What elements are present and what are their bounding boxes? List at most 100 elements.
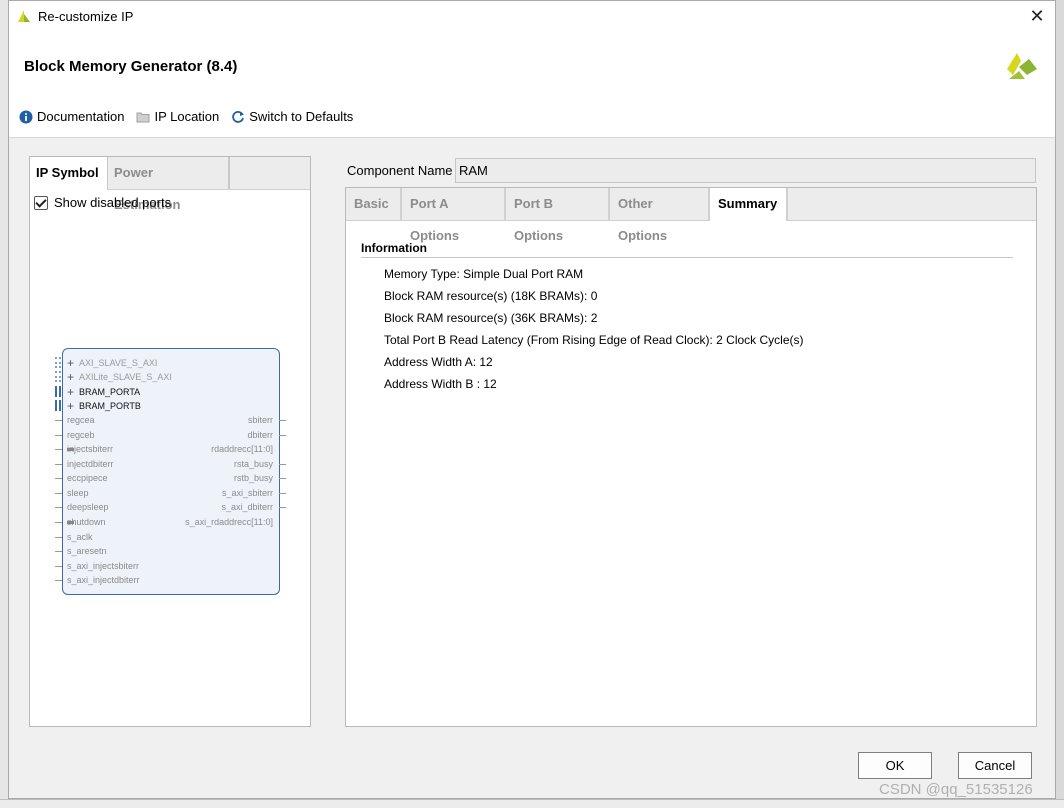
port-bus-pin: [67, 448, 74, 451]
information-divider: [361, 257, 1013, 258]
information-heading: Information: [361, 241, 427, 255]
bus-marker: [55, 400, 61, 411]
switch-to-defaults-label: Switch to Defaults: [249, 109, 354, 124]
tab-basic[interactable]: Basic: [346, 188, 402, 220]
ip-symbol-panel: IP Symbol Power Estimation Show disabled…: [29, 156, 311, 727]
bus-marker: [55, 371, 61, 382]
port-sleep: sleep: [67, 488, 89, 498]
ok-button[interactable]: OK: [858, 752, 932, 779]
tab-port-b-options[interactable]: Port B Options: [506, 188, 610, 243]
summary-item: Block RAM resource(s) (18K BRAMs): 0: [384, 289, 598, 303]
tab-other-options[interactable]: Other Options: [610, 188, 710, 243]
port-regceb: regceb: [67, 430, 95, 440]
port-pin: [279, 493, 286, 494]
port-s-aresetn: s_aresetn: [67, 546, 107, 556]
port-pin: [55, 507, 62, 508]
summary-item: Address Width B : 12: [384, 377, 497, 391]
port-pin: [55, 464, 62, 465]
ip-symbol-block: + AXI_SLAVE_S_AXI + AXILite_SLAVE_S_AXI + B…: [55, 348, 286, 595]
bus-bram-portb[interactable]: + BRAM_PORTB: [67, 399, 141, 413]
bus-marker: [55, 386, 61, 397]
background-window-strip: [0, 0, 8, 807]
ip-title: Block Memory Generator (8.4): [24, 58, 238, 75]
ip-location-label: IP Location: [154, 109, 220, 124]
port-regcea: regcea: [67, 415, 95, 425]
port-bus-pin: [67, 521, 74, 524]
options-panel: Basic Port A Options Port B Options Othe…: [345, 187, 1037, 727]
port-rdaddrecc: rdaddrecc[11:0]: [211, 444, 273, 454]
cancel-button[interactable]: Cancel: [958, 752, 1032, 779]
bus-marker: [55, 357, 61, 368]
port-eccpipece: eccpipece: [67, 473, 108, 483]
bus-label: BRAM_PORTA: [79, 387, 141, 397]
port-pin: [279, 435, 286, 436]
port-sbiterr: sbiterr: [247, 415, 273, 425]
port-pin: [55, 551, 62, 552]
port-pin: [55, 478, 62, 479]
bus-axi-slave[interactable]: + AXI_SLAVE_S_AXI: [67, 356, 157, 370]
ip-toolbar: Documentation IP Location Switch to Defa…: [19, 109, 353, 124]
summary-item: Block RAM resource(s) (36K BRAMs): 2: [384, 311, 598, 325]
refresh-icon: [231, 110, 245, 124]
port-pin: [55, 580, 62, 581]
expand-icon: +: [67, 356, 75, 370]
port-rsta-busy: rsta_busy: [233, 459, 273, 469]
close-icon[interactable]: ✕: [1027, 6, 1047, 26]
port-deepsleep: deepsleep: [67, 502, 109, 512]
xilinx-logo-icon: [1005, 49, 1039, 86]
port-pin: [55, 566, 62, 567]
show-disabled-ports-option[interactable]: Show disabled ports: [34, 195, 171, 210]
recustomize-ip-dialog: Re-customize IP ✕ Block Memory Generator…: [8, 0, 1056, 799]
info-icon: [19, 110, 33, 124]
ip-location-button[interactable]: IP Location: [136, 109, 219, 124]
summary-item: Total Port B Read Latency (From Rising E…: [384, 333, 804, 347]
expand-icon: +: [67, 370, 75, 384]
summary-item: Address Width A: 12: [384, 355, 493, 369]
port-s-axi-rdaddrecc: s_axi_rdaddrecc[11:0]: [185, 517, 273, 527]
documentation-button[interactable]: Documentation: [19, 109, 124, 124]
ip-header: Block Memory Generator (8.4) Documentati…: [9, 33, 1055, 138]
bus-label: AXILite_SLAVE_S_AXI: [79, 372, 172, 382]
bus-label: AXI_SLAVE_S_AXI: [79, 358, 158, 368]
bus-label: BRAM_PORTB: [79, 401, 141, 411]
tab-summary[interactable]: Summary: [710, 188, 788, 221]
left-tab-bar: IP Symbol Power Estimation: [30, 157, 310, 212]
component-name-input[interactable]: [455, 158, 1036, 183]
port-s-axi-dbiterr: s_axi_dbiterr: [221, 502, 273, 512]
watermark-text: CSDN @qq_51535126: [879, 781, 1033, 798]
port-s-axi-sbiterr: s_axi_sbiterr: [221, 488, 273, 498]
vivado-logo-icon: [16, 8, 32, 27]
port-pin: [55, 537, 62, 538]
component-name-label: Component Name: [347, 163, 453, 178]
port-pin: [55, 420, 62, 421]
port-pin: [55, 522, 62, 523]
tab-ip-symbol[interactable]: IP Symbol: [30, 157, 108, 190]
port-pin: [279, 420, 286, 421]
port-injectdbiterr: injectdbiterr: [67, 459, 114, 469]
bus-bram-porta[interactable]: + BRAM_PORTA: [67, 385, 140, 399]
port-pin: [279, 478, 286, 479]
show-disabled-ports-checkbox[interactable]: [34, 195, 48, 210]
window-title: Re-customize IP: [38, 9, 134, 24]
port-s-axi-injectdbiterr: s_axi_injectdbiterr: [67, 575, 140, 585]
tab-port-a-options[interactable]: Port A Options: [402, 188, 506, 243]
port-pin: [55, 493, 62, 494]
expand-icon: +: [67, 385, 75, 399]
port-s-axi-injectsbiterr: s_axi_injectsbiterr: [67, 561, 140, 571]
port-pin: [55, 449, 62, 450]
port-s-aclk: s_aclk: [67, 532, 93, 542]
port-pin: [55, 435, 62, 436]
show-disabled-ports-label: Show disabled ports: [54, 195, 172, 210]
bus-axilite-slave[interactable]: + AXILite_SLAVE_S_AXI: [67, 370, 172, 384]
port-rstb-busy: rstb_busy: [233, 473, 273, 483]
summary-item: Memory Type: Simple Dual Port RAM: [384, 267, 584, 281]
port-dbiterr: dbiterr: [247, 430, 273, 440]
folder-icon: [136, 110, 150, 124]
options-tab-bar: Basic Port A Options Port B Options Othe…: [346, 188, 1036, 243]
documentation-label: Documentation: [37, 109, 125, 124]
tab-power-estimation[interactable]: Power Estimation: [108, 157, 230, 212]
port-pin: [279, 507, 286, 508]
expand-icon: +: [67, 399, 75, 413]
title-bar: Re-customize IP ✕: [9, 1, 1055, 34]
switch-to-defaults-button[interactable]: Switch to Defaults: [231, 109, 353, 124]
